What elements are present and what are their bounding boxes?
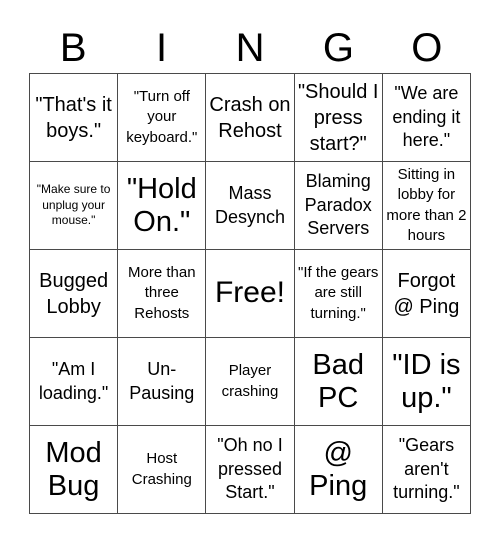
- free-space-cell[interactable]: Free!: [206, 250, 295, 338]
- bingo-cell[interactable]: "Hold On.": [118, 162, 207, 250]
- bingo-cell[interactable]: Host Crashing: [118, 426, 207, 514]
- cell-text: Forgot @ Ping: [393, 269, 460, 318]
- bingo-cell[interactable]: Crash on Rehost: [206, 74, 295, 162]
- cell-text: Bad PC: [312, 349, 364, 414]
- cell-text: Host Crashing: [131, 450, 192, 488]
- bingo-card-grid: "That's it boys." "Turn off your keyboar…: [29, 73, 471, 514]
- bingo-cell[interactable]: Bugged Lobby: [30, 250, 119, 338]
- cell-text: Crash on Rehost: [209, 93, 291, 142]
- bingo-cell[interactable]: Mass Desynch: [206, 162, 295, 250]
- bingo-cell[interactable]: @ Ping: [294, 426, 383, 514]
- bingo-cell[interactable]: "That's it boys.": [30, 74, 119, 162]
- cell-text: Mass Desynch: [214, 183, 285, 227]
- cell-text: Free!: [214, 276, 285, 310]
- cell-text: Un-Pausing: [129, 359, 195, 403]
- cell-text: "Should I press start?": [297, 80, 379, 155]
- bingo-cell[interactable]: "ID is up.": [382, 338, 471, 426]
- cell-text: "Gears aren't turning.": [393, 435, 460, 503]
- bingo-cell[interactable]: Bad PC: [294, 338, 383, 426]
- header-letter-n: N: [235, 26, 265, 70]
- cell-text: "We are ending it here.": [392, 83, 461, 151]
- header-letter-b: B: [59, 26, 87, 70]
- bingo-header: B I N G O: [29, 20, 471, 76]
- bingo-cell[interactable]: "Should I press start?": [294, 74, 383, 162]
- cell-text: "Turn off your keyboard.": [126, 88, 198, 146]
- cell-text: "Hold On.": [126, 173, 197, 238]
- bingo-cell[interactable]: Mod Bug: [30, 426, 119, 514]
- bingo-cell[interactable]: Un-Pausing: [118, 338, 207, 426]
- bingo-cell[interactable]: "We are ending it here.": [382, 74, 471, 162]
- header-letter-i: I: [156, 26, 168, 70]
- cell-text: More than three Rehosts: [128, 264, 196, 322]
- bingo-cell[interactable]: "Make sure to unplug your mouse.": [30, 162, 119, 250]
- cell-text: @ Ping: [309, 437, 368, 502]
- bingo-cell[interactable]: "Oh no I pressed Start.": [206, 426, 295, 514]
- cell-text: "ID is up.": [392, 349, 461, 414]
- bingo-cell[interactable]: More than three Rehosts: [118, 250, 207, 338]
- cell-text: "Am I loading.": [38, 359, 109, 403]
- cell-text: Player crashing: [221, 362, 279, 400]
- cell-text: Sitting in lobby for more than 2 hours: [386, 166, 467, 244]
- bingo-cell[interactable]: Sitting in lobby for more than 2 hours: [382, 162, 471, 250]
- cell-text: Mod Bug: [45, 437, 102, 502]
- bingo-cell[interactable]: "If the gears are still turning.": [294, 250, 383, 338]
- cell-text: "If the gears are still turning.": [298, 264, 379, 322]
- bingo-cell[interactable]: Blaming Paradox Servers: [294, 162, 383, 250]
- bingo-cell[interactable]: Forgot @ Ping: [382, 250, 471, 338]
- cell-text: "That's it boys.": [35, 93, 112, 142]
- bingo-cell[interactable]: "Gears aren't turning.": [382, 426, 471, 514]
- bingo-cell[interactable]: "Am I loading.": [30, 338, 119, 426]
- cell-text: Blaming Paradox Servers: [304, 171, 372, 239]
- cell-text: "Oh no I pressed Start.": [217, 435, 283, 503]
- bingo-cell[interactable]: Player crashing: [206, 338, 295, 426]
- cell-text: "Make sure to unplug your mouse.": [36, 182, 111, 228]
- bingo-cell[interactable]: "Turn off your keyboard.": [118, 74, 207, 162]
- header-letter-o: O: [411, 26, 443, 70]
- header-letter-g: G: [322, 26, 354, 70]
- cell-text: Bugged Lobby: [39, 269, 109, 318]
